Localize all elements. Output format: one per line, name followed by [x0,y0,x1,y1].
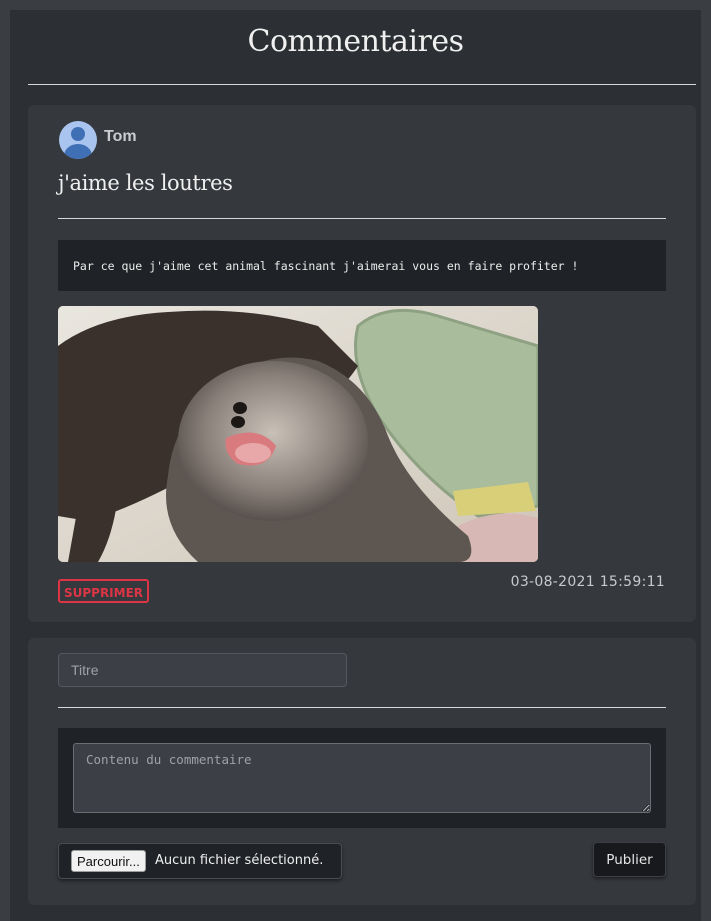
file-status: Aucun fichier sélectionné. [155,853,324,868]
title-divider [28,84,696,85]
post-content: Par ce que j'aime cet animal fascinant j… [73,259,579,273]
form-divider [58,707,666,708]
comment-content-wrapper [58,728,666,828]
browse-button[interactable]: Parcourir... [71,850,146,872]
post-title: j'aime les loutres [58,171,233,195]
post-timestamp: 03-08-2021 15:59:11 [510,574,665,590]
delete-button[interactable]: SUPPRIMER [58,579,149,603]
post-author: Tom [104,128,137,145]
title-input[interactable] [58,653,347,687]
post-content-box: Par ce que j'aime cet animal fascinant j… [58,240,666,291]
user-avatar-icon [59,121,97,159]
page-title: Commentaires [247,24,464,59]
comment-content-textarea[interactable] [73,743,651,813]
post-divider [58,218,666,219]
publish-button[interactable]: Publier [593,842,666,877]
file-input[interactable]: Parcourir... Aucun fichier sélectionné. [58,843,342,879]
post-image [58,306,538,562]
